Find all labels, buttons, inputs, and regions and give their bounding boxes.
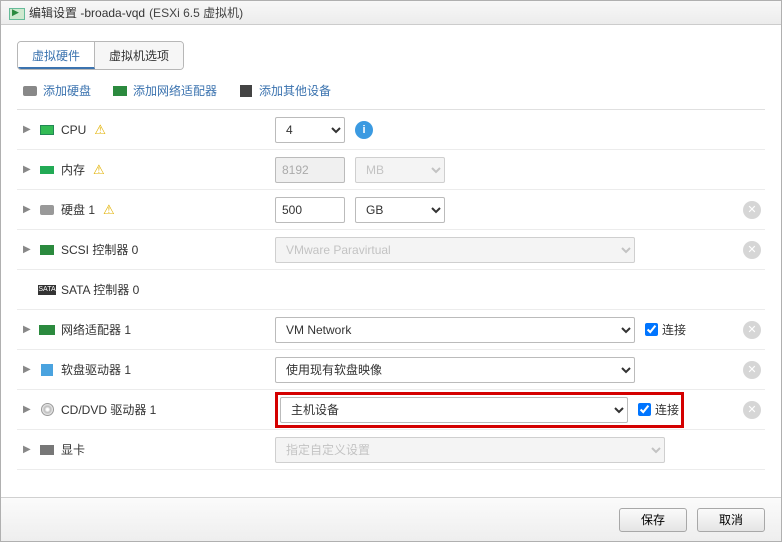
- tabs: 虚拟硬件 虚拟机选项: [17, 41, 184, 70]
- info-icon[interactable]: i: [355, 121, 373, 139]
- toolbar: 添加硬盘 添加网络适配器 添加其他设备: [17, 74, 765, 110]
- warning-icon: ⚠: [93, 162, 105, 178]
- video-card-icon: [39, 443, 55, 457]
- nic-label: 网络适配器 1: [61, 321, 131, 338]
- title-suffix: (ESXi 6.5 虚拟机): [149, 4, 243, 21]
- warning-icon: ⚠: [103, 202, 115, 218]
- cd-dvd-label: CD/DVD 驱动器 1: [61, 401, 156, 418]
- cd-dvd-source-select[interactable]: 主机设备: [280, 397, 628, 423]
- floppy-label: 软盘驱动器 1: [61, 361, 131, 378]
- title-vm-name: broada-vqd: [84, 6, 145, 20]
- cd-connect-input[interactable]: [638, 403, 651, 416]
- expand-toggle[interactable]: ▶: [23, 204, 33, 215]
- hard-disk-icon: [23, 84, 37, 98]
- row-floppy-drive: ▶ 软盘驱动器 1 使用现有软盘映像 ✕: [17, 350, 765, 390]
- nic-connect-label: 连接: [662, 321, 686, 338]
- tab-vm-options[interactable]: 虚拟机选项: [95, 42, 183, 69]
- row-network-adapter: ▶ 网络适配器 1 VM Network 连接 ✕: [17, 310, 765, 350]
- remove-device-button[interactable]: ✕: [743, 241, 761, 259]
- nic-connect-input[interactable]: [645, 323, 658, 336]
- sata-label: SATA 控制器 0: [61, 281, 139, 298]
- remove-device-button[interactable]: ✕: [743, 401, 761, 419]
- tab-virtual-hardware[interactable]: 虚拟硬件: [18, 42, 95, 69]
- row-cd-dvd-drive: ▶ CD/DVD 驱动器 1 主机设备 连接 ✕: [17, 390, 765, 430]
- floppy-icon: [39, 363, 55, 377]
- expand-toggle[interactable]: ▶: [23, 324, 33, 335]
- add-hard-disk-label: 添加硬盘: [43, 82, 91, 99]
- cd-connect-checkbox[interactable]: 连接: [638, 401, 679, 418]
- row-scsi-controller: ▶ SCSI 控制器 0 VMware Paravirtual ✕: [17, 230, 765, 270]
- remove-device-button[interactable]: ✕: [743, 321, 761, 339]
- video-card-label: 显卡: [61, 441, 85, 458]
- warning-icon: ⚠: [94, 122, 106, 138]
- cpu-count-select[interactable]: 4: [275, 117, 345, 143]
- hard-disk-icon: [39, 203, 55, 217]
- disk-unit-select[interactable]: GB: [355, 197, 445, 223]
- title-prefix: 编辑设置 -: [29, 4, 84, 21]
- scsi-icon: [39, 243, 55, 257]
- vm-icon: [9, 6, 23, 20]
- row-hard-disk: ▶ 硬盘 1 ⚠ GB ✕: [17, 190, 765, 230]
- memory-size-input: [275, 157, 345, 183]
- memory-label: 内存: [61, 161, 85, 178]
- dialog-footer: 保存 取消: [1, 497, 781, 541]
- add-network-adapter-button[interactable]: 添加网络适配器: [113, 82, 217, 99]
- save-button[interactable]: 保存: [619, 508, 687, 532]
- hardware-list: ▶ CPU ⚠ 4 i ▶ 内存 ⚠: [17, 110, 765, 497]
- sata-icon: SATA: [39, 283, 55, 297]
- expand-toggle[interactable]: ▶: [23, 124, 33, 135]
- scsi-type-select: VMware Paravirtual: [275, 237, 635, 263]
- expand-toggle[interactable]: ▶: [23, 244, 33, 255]
- nic-connect-checkbox[interactable]: 连接: [645, 321, 686, 338]
- cpu-label: CPU: [61, 123, 86, 137]
- titlebar: 编辑设置 - broada-vqd (ESXi 6.5 虚拟机): [1, 1, 781, 25]
- hard-disk-label: 硬盘 1: [61, 201, 95, 218]
- highlighted-selection: 主机设备 连接: [275, 392, 684, 428]
- edit-settings-dialog: 编辑设置 - broada-vqd (ESXi 6.5 虚拟机) 虚拟硬件 虚拟…: [0, 0, 782, 542]
- cancel-button[interactable]: 取消: [697, 508, 765, 532]
- remove-device-button[interactable]: ✕: [743, 361, 761, 379]
- row-cpu: ▶ CPU ⚠ 4 i: [17, 110, 765, 150]
- remove-device-button[interactable]: ✕: [743, 201, 761, 219]
- floppy-source-select[interactable]: 使用现有软盘映像: [275, 357, 635, 383]
- network-adapter-icon: [39, 323, 55, 337]
- other-device-icon: [239, 84, 253, 98]
- memory-icon: [39, 163, 55, 177]
- add-other-label: 添加其他设备: [259, 82, 331, 99]
- row-video-card: ▶ 显卡 指定自定义设置: [17, 430, 765, 470]
- add-nic-label: 添加网络适配器: [133, 82, 217, 99]
- expand-toggle[interactable]: ▶: [23, 444, 33, 455]
- expand-toggle[interactable]: ▶: [23, 164, 33, 175]
- row-sata-controller: ▶ SATA SATA 控制器 0: [17, 270, 765, 310]
- cd-connect-label: 连接: [655, 401, 679, 418]
- expand-toggle[interactable]: ▶: [23, 404, 33, 415]
- row-memory: ▶ 内存 ⚠ MB: [17, 150, 765, 190]
- memory-unit-select: MB: [355, 157, 445, 183]
- add-hard-disk-button[interactable]: 添加硬盘: [23, 82, 91, 99]
- network-adapter-icon: [113, 84, 127, 98]
- expand-toggle[interactable]: ▶: [23, 364, 33, 375]
- cd-dvd-icon: [39, 403, 55, 417]
- cpu-icon: [39, 123, 55, 137]
- nic-network-select[interactable]: VM Network: [275, 317, 635, 343]
- disk-size-input[interactable]: [275, 197, 345, 223]
- video-settings-select: 指定自定义设置: [275, 437, 665, 463]
- scsi-label: SCSI 控制器 0: [61, 241, 138, 258]
- add-other-device-button[interactable]: 添加其他设备: [239, 82, 331, 99]
